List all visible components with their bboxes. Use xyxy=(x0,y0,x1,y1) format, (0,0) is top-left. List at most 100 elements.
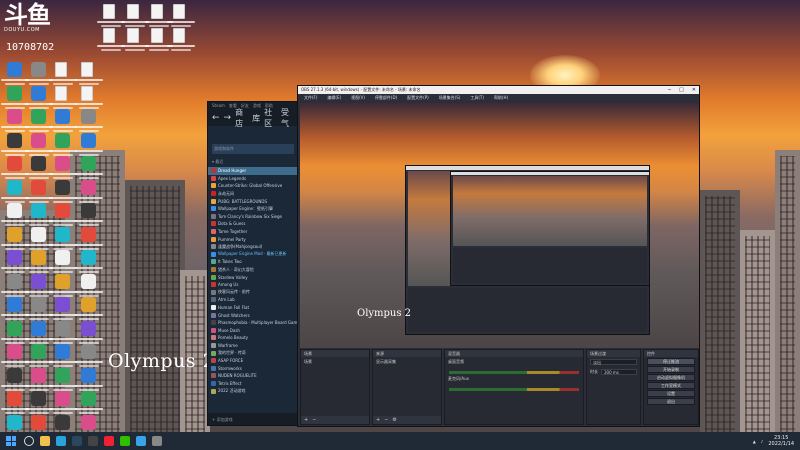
game-list-item[interactable]: Wallpaper Engine：壁纸引擎 xyxy=(208,205,298,213)
game-list-item[interactable]: Pomelo Beauty xyxy=(208,334,298,342)
library-search-input[interactable]: 游戏和软件 xyxy=(212,144,294,154)
game-list-item[interactable]: Stormworks xyxy=(208,364,298,372)
desktop-shortcut-icon[interactable] xyxy=(25,62,53,88)
desktop-shortcut-icon[interactable] xyxy=(25,85,53,112)
desktop-shortcut-icon[interactable] xyxy=(1,203,29,229)
duration-input[interactable]: 300 ms xyxy=(601,369,637,375)
desktop-shortcut-icon[interactable] xyxy=(25,367,53,394)
scene-item[interactable]: 场景 xyxy=(301,357,369,367)
game-list-item[interactable]: Pummel Party xyxy=(208,235,298,243)
network-icon[interactable]: ▲ xyxy=(753,439,756,444)
desktop-shortcut-icon[interactable] xyxy=(25,344,53,370)
nav-store[interactable]: 商店 xyxy=(235,107,248,129)
desktop-shortcut-icon[interactable] xyxy=(49,250,77,276)
desktop-shortcut-icon[interactable] xyxy=(167,4,195,30)
desktop-shortcut-icon[interactable] xyxy=(1,320,29,347)
remove-icon[interactable]: − xyxy=(384,417,388,423)
obs-preview-canvas[interactable]: Olympus 2 xyxy=(300,103,699,348)
desktop-shortcut-icon[interactable] xyxy=(145,4,173,30)
desktop-shortcut-icon[interactable] xyxy=(1,250,29,276)
desktop-shortcut-icon[interactable] xyxy=(1,179,29,206)
game-list-item[interactable]: Apex Legends xyxy=(208,175,298,183)
volume-meter[interactable] xyxy=(449,371,579,374)
desktop-shortcut-icon[interactable] xyxy=(49,62,77,88)
desktop-shortcut-icon[interactable] xyxy=(1,367,29,394)
recent-section-header[interactable]: ▾ 最近 xyxy=(208,157,298,167)
desktop-shortcut-icon[interactable] xyxy=(1,273,29,300)
game-list-item[interactable]: Tame Together xyxy=(208,228,298,236)
game-list-item[interactable]: 逢魔战争(Mahjongsoul) xyxy=(208,243,298,251)
game-list-item[interactable]: 侠客风云传 · 前传 xyxy=(208,289,298,297)
desktop-shortcut-icon[interactable] xyxy=(49,367,77,394)
game-list-item[interactable]: Among Us xyxy=(208,281,298,289)
game-list-item[interactable]: Ghost Watchers xyxy=(208,311,298,319)
desktop-shortcut-icon[interactable] xyxy=(121,4,149,30)
desktop-shortcut-icon[interactable] xyxy=(25,156,53,182)
settings-button[interactable]: 设置 xyxy=(647,390,695,397)
game-list-item[interactable]: Muse Dash xyxy=(208,326,298,334)
forward-arrow-icon[interactable]: → xyxy=(224,113,232,123)
desktop-shortcut-icon[interactable] xyxy=(1,109,29,135)
desktop-shortcut-icon[interactable] xyxy=(75,297,103,323)
nav-profile[interactable]: 受气 xyxy=(281,107,294,129)
add-icon[interactable]: + xyxy=(376,417,380,423)
desktop-shortcut-icon[interactable] xyxy=(49,226,77,253)
obs-icon[interactable] xyxy=(88,436,98,446)
obs-menu-scene-collection[interactable]: 场景集合(S) xyxy=(439,95,461,100)
edge-icon[interactable] xyxy=(56,436,66,446)
volume-meter[interactable] xyxy=(449,388,579,391)
desktop-shortcut-icon[interactable] xyxy=(75,367,103,394)
qq-icon[interactable] xyxy=(136,436,146,446)
desktop-shortcut-icon[interactable] xyxy=(75,179,103,206)
obs-menu-edit[interactable]: 编辑(E) xyxy=(327,95,341,100)
game-list-item[interactable]: Warframe xyxy=(208,342,298,350)
desktop-shortcut-icon[interactable] xyxy=(1,85,29,112)
settings-icon[interactable] xyxy=(152,436,162,446)
exit-button[interactable]: 退出 xyxy=(647,398,695,405)
game-list-item[interactable]: PUBG: BATTLEGROUNDS xyxy=(208,197,298,205)
obs-menu-help[interactable]: 帮助(H) xyxy=(494,95,508,100)
game-list-item[interactable]: NUDEN ROGUELITE xyxy=(208,372,298,380)
back-arrow-icon[interactable]: ← xyxy=(212,113,220,123)
game-list-item[interactable]: Atm Lab xyxy=(208,296,298,304)
desktop-shortcut-icon[interactable] xyxy=(145,27,173,54)
desktop-shortcut-icon[interactable] xyxy=(1,132,29,159)
desktop-shortcut-icon[interactable] xyxy=(75,344,103,370)
desktop-shortcut-icon[interactable] xyxy=(75,132,103,159)
stop-streaming-button[interactable]: 停止推流 xyxy=(647,358,695,365)
desktop-shortcut-icon[interactable] xyxy=(97,4,125,30)
obs-window[interactable]: OBS 27.1.3 (64-bit, windows) - 配置文件: 未命名… xyxy=(297,85,700,427)
desktop-shortcut-icon[interactable] xyxy=(75,109,103,135)
desktop-shortcut-icon[interactable] xyxy=(1,156,29,182)
desktop-shortcut-icon[interactable] xyxy=(49,344,77,370)
desktop-shortcut-icon[interactable] xyxy=(75,156,103,182)
game-list-item[interactable]: Tetris Effect xyxy=(208,380,298,388)
game-list-item[interactable]: 永劫无间 xyxy=(208,190,298,198)
game-list-item[interactable]: 2022 活动游戏 xyxy=(208,387,298,395)
remove-icon[interactable]: − xyxy=(312,417,316,423)
nav-community[interactable]: 社区 xyxy=(264,107,277,129)
desktop-shortcut-icon[interactable] xyxy=(25,226,53,253)
desktop-shortcut-icon[interactable] xyxy=(75,85,103,112)
desktop-shortcut-icon[interactable] xyxy=(25,179,53,206)
explorer-icon[interactable] xyxy=(40,436,50,446)
desktop-shortcut-icon[interactable] xyxy=(25,132,53,159)
game-list-item[interactable]: 猎杀人 · 奇幻大冒险 xyxy=(208,266,298,274)
game-list-item[interactable]: Counter-Strike: Global Offensive xyxy=(208,182,298,190)
desktop-shortcut-icon[interactable] xyxy=(97,27,125,54)
desktop-shortcut-icon[interactable] xyxy=(25,203,53,229)
desktop-shortcut-icon[interactable] xyxy=(1,226,29,253)
search-icon[interactable] xyxy=(24,436,34,446)
desktop-shortcut-icon[interactable] xyxy=(75,250,103,276)
desktop-shortcut-icon[interactable] xyxy=(49,320,77,347)
source-item[interactable]: 显示器采集 xyxy=(373,357,441,367)
desktop-shortcut-icon[interactable] xyxy=(75,226,103,253)
desktop-shortcut-icon[interactable] xyxy=(49,273,77,300)
obs-menu-profile[interactable]: 配置文件(P) xyxy=(407,95,429,100)
minimize-icon[interactable]: ─ xyxy=(668,87,671,93)
maximize-icon[interactable]: □ xyxy=(679,87,684,93)
steam-menu-item[interactable]: 游戏 xyxy=(253,103,261,109)
desktop-shortcut-icon[interactable] xyxy=(1,297,29,323)
steam-menu-item[interactable]: Steam xyxy=(212,103,225,109)
close-icon[interactable]: ✕ xyxy=(692,87,696,93)
